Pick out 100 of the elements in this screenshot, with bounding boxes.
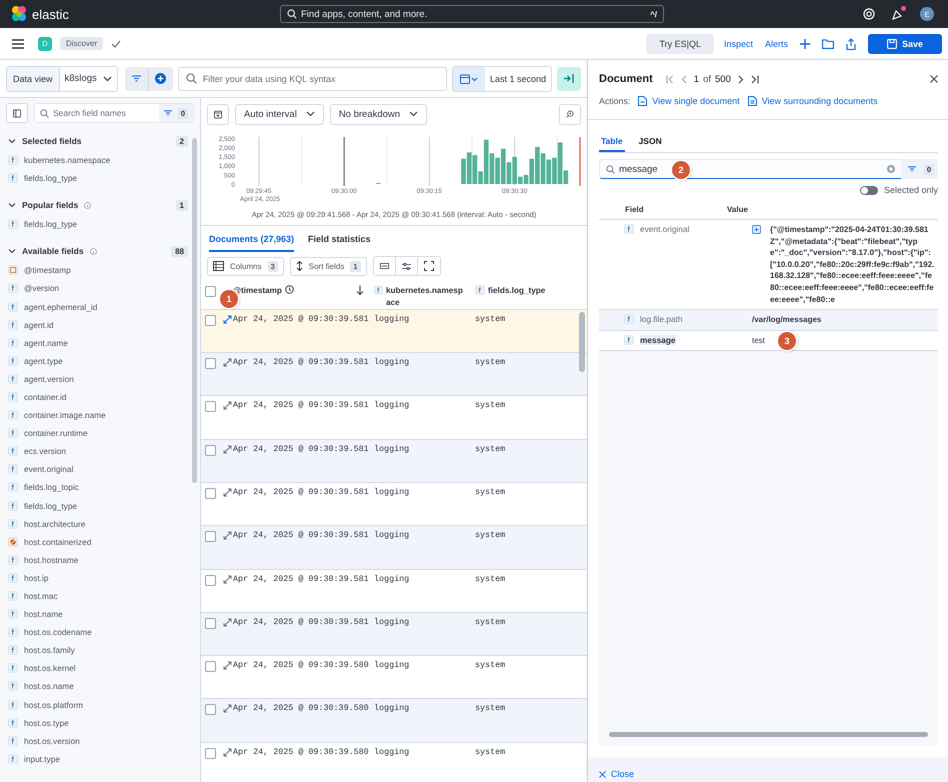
expand-icon[interactable] — [223, 574, 232, 584]
expand-icon[interactable] — [223, 314, 232, 324]
field-name[interactable]: host.os.family — [24, 645, 75, 656]
checkbox[interactable] — [205, 574, 216, 586]
field-name[interactable]: host.ip — [24, 572, 48, 583]
field-name[interactable]: host.containerized — [24, 536, 92, 547]
section-title[interactable]: Selected fields — [22, 136, 82, 146]
data-view-picker[interactable]: Data view k8slogs — [6, 66, 118, 92]
expand-icon[interactable] — [223, 618, 232, 627]
logo-text[interactable]: elastic — [32, 6, 69, 22]
expand-icon[interactable] — [223, 358, 232, 368]
save-button[interactable]: Save — [868, 34, 942, 54]
table-row[interactable]: Apr 24, 2025 @ 09:30:39.580 logging system — [201, 699, 587, 743]
breakdown-select[interactable]: No breakdown — [330, 104, 428, 124]
close-button[interactable]: Close — [599, 769, 634, 779]
checkbox[interactable] — [205, 444, 216, 456]
expand-icon[interactable] — [223, 401, 232, 410]
try-esql-button[interactable]: Try ES|QL — [646, 34, 714, 54]
field-name[interactable]: host.name — [24, 609, 63, 620]
field-name[interactable]: container.runtime — [24, 428, 88, 438]
checkbox[interactable] — [205, 661, 216, 672]
chevron-icon[interactable] — [8, 202, 16, 208]
table-row[interactable]: Apr 24, 2025 @ 09:30:39.581 logging system — [201, 353, 587, 396]
field-name[interactable]: container.image.name — [24, 410, 106, 420]
section-title[interactable]: Available fields — [22, 246, 84, 256]
histogram-bar[interactable] — [529, 158, 534, 184]
last-page-icon[interactable] — [750, 74, 759, 84]
field-name[interactable]: kubernetes.namespace — [24, 155, 110, 166]
checkbox[interactable] — [205, 314, 216, 326]
menu-icon[interactable] — [12, 38, 24, 48]
toggle-switch[interactable] — [860, 186, 878, 194]
date-quick-menu[interactable] — [452, 66, 485, 90]
scrollbar[interactable] — [192, 138, 197, 483]
column-header[interactable]: fields.log_type — [488, 285, 546, 297]
search-input[interactable]: Find apps, content, and more. — [301, 8, 646, 20]
field-name[interactable]: fields.log_type — [24, 219, 78, 230]
checkbox[interactable] — [205, 618, 216, 629]
clear-icon[interactable] — [886, 165, 895, 173]
checkbox[interactable] — [205, 358, 216, 370]
histogram-bar[interactable] — [563, 170, 568, 184]
checkbox[interactable] — [205, 488, 216, 499]
action-link[interactable]: View single document — [638, 96, 740, 106]
query-input[interactable]: Filter your data using KQL syntax — [202, 74, 439, 84]
field-name[interactable]: host.os.kernel — [24, 663, 76, 674]
field-name[interactable]: fields.log_type — [24, 173, 78, 184]
header-link[interactable]: Inspect — [724, 38, 753, 48]
field-name[interactable]: host.architecture — [24, 518, 86, 529]
field-row[interactable]: log.file.path /var/log/messages — [599, 310, 938, 331]
chevron-icon[interactable] — [8, 138, 16, 144]
field-row[interactable]: message test 3 — [599, 330, 938, 352]
field-name[interactable]: host.os.platform — [24, 700, 84, 710]
field-name[interactable]: host.mac — [24, 591, 58, 602]
logo-icon[interactable] — [10, 5, 28, 23]
table-row[interactable]: Apr 24, 2025 @ 09:30:39.581 logging system — [201, 526, 587, 570]
expand-icon[interactable] — [223, 444, 232, 454]
add-filter-button[interactable] — [148, 66, 173, 90]
sort-arrow-icon[interactable] — [356, 285, 364, 295]
expand-icon[interactable] — [223, 704, 232, 714]
field-search-input[interactable]: Search field names — [53, 108, 155, 118]
checkbox[interactable] — [205, 531, 216, 542]
table-row[interactable]: Apr 24, 2025 @ 09:30:39.581 logging system — [201, 440, 587, 483]
section-title[interactable]: Popular fields — [22, 200, 78, 210]
field-name[interactable]: agent.name — [24, 338, 68, 348]
tab[interactable]: JSON — [636, 133, 664, 152]
field-name[interactable]: @version — [24, 283, 60, 294]
field-name[interactable]: host.os.name — [24, 681, 74, 692]
tab[interactable]: Table — [599, 133, 625, 152]
field-name[interactable]: host.os.version — [24, 736, 80, 746]
field-name[interactable]: fields.log_topic — [24, 482, 79, 492]
table-row[interactable]: Apr 24, 2025 @ 09:30:39.580 logging system — [201, 742, 587, 782]
query-field[interactable]: Filter your data using KQL syntax — [178, 66, 447, 90]
field-name[interactable]: host.hostname — [24, 554, 78, 565]
folder-icon[interactable] — [822, 38, 834, 48]
table-row[interactable]: Apr 24, 2025 @ 09:30:39.581 logging system — [201, 612, 587, 656]
table-row[interactable]: Apr 24, 2025 @ 09:30:39.581 logging system — [201, 310, 587, 354]
field-name[interactable]: @timestamp — [24, 265, 71, 276]
checkbox[interactable] — [205, 286, 216, 297]
chart-options-button[interactable] — [559, 104, 581, 124]
calendar-button[interactable] — [207, 104, 229, 124]
histogram-bar[interactable] — [518, 176, 523, 184]
sidebar-toggle-button[interactable] — [6, 103, 28, 123]
refresh-button[interactable] — [557, 66, 581, 90]
column-header[interactable]: @timestamp — [233, 285, 282, 297]
field-name[interactable]: event.original — [24, 464, 74, 474]
help-icon[interactable] — [863, 8, 875, 20]
news-button[interactable] — [891, 8, 904, 20]
tab[interactable]: Documents (27,963) — [209, 230, 294, 252]
previous-icon[interactable] — [680, 74, 687, 84]
field-name[interactable]: agent.version — [24, 374, 74, 384]
header-link[interactable]: Alerts — [764, 38, 788, 48]
field-name[interactable]: fields.log_type — [24, 500, 78, 511]
checkbox[interactable] — [205, 401, 216, 412]
expand-icon[interactable] — [223, 661, 232, 670]
share-icon[interactable] — [846, 38, 856, 50]
plus-icon[interactable] — [800, 38, 810, 48]
field-search[interactable]: message 2 — [599, 159, 901, 179]
expand-icon[interactable] — [752, 225, 761, 234]
field-name[interactable]: agent.ephemeral_id — [24, 302, 98, 312]
field-name[interactable]: input.type — [24, 754, 60, 764]
field-name[interactable]: container.id — [24, 392, 66, 402]
